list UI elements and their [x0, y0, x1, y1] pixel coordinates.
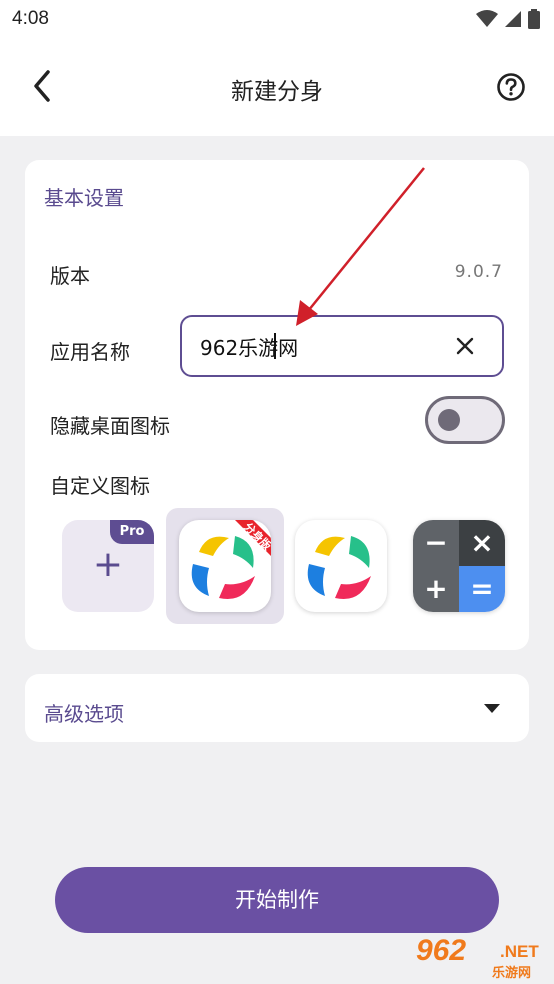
- caret-down-icon[interactable]: [483, 702, 501, 714]
- add-custom-icon-button[interactable]: + Pro: [62, 520, 154, 612]
- signal-icon: [505, 11, 521, 27]
- icon-option-calculator[interactable]: − × + =: [413, 508, 505, 624]
- basic-settings-card: 基本设置 版本 9.0.7 应用名称 隐藏桌面图标 自定义图标 + Pro: [25, 160, 529, 650]
- toggle-knob: [438, 409, 460, 431]
- icon-options-row: + Pro 分身版 − × + =: [25, 508, 529, 626]
- pro-badge: Pro: [110, 520, 154, 544]
- plus-icon: +: [92, 544, 124, 585]
- text-caret: [274, 333, 276, 359]
- battery-icon: [528, 9, 540, 29]
- watermark-logo: 962 .NET 乐游网: [414, 934, 550, 981]
- app-icon-original: [295, 520, 387, 612]
- app-bar: 新建分身: [0, 38, 554, 136]
- page-title: 新建分身: [231, 79, 323, 105]
- clear-icon[interactable]: [454, 335, 476, 357]
- app-name-label: 应用名称: [50, 340, 130, 364]
- status-icons: [476, 9, 540, 29]
- start-button[interactable]: 开始制作: [55, 867, 499, 933]
- icon-option-clone[interactable]: 分身版: [166, 508, 284, 624]
- advanced-options-card[interactable]: 高级选项: [25, 674, 529, 742]
- hide-icon-toggle[interactable]: [425, 396, 505, 444]
- advanced-options-title: 高级选项: [44, 702, 124, 726]
- calculator-icon: − × + =: [413, 520, 505, 612]
- clone-ribbon-text: 分身版: [241, 520, 271, 553]
- petal-logo-icon: [307, 536, 371, 600]
- app-name-input[interactable]: [200, 334, 440, 358]
- times-icon: ×: [459, 520, 505, 566]
- minus-icon: −: [413, 520, 459, 566]
- watermark-number: 962: [416, 934, 467, 967]
- version-label: 版本: [50, 264, 90, 288]
- equals-icon: =: [459, 566, 505, 612]
- icon-option-original[interactable]: [295, 508, 387, 624]
- app-name-field[interactable]: [180, 315, 504, 377]
- help-circle-icon[interactable]: [496, 72, 526, 102]
- version-value: 9.0.7: [454, 262, 503, 282]
- plus-icon: +: [413, 566, 459, 612]
- status-time: 4:08: [12, 8, 49, 29]
- watermark-suffix: .NET: [500, 942, 539, 961]
- status-bar: 4:08: [0, 0, 554, 38]
- basic-settings-title: 基本设置: [44, 186, 124, 210]
- clone-ribbon: 分身版: [235, 520, 271, 556]
- custom-icon-label: 自定义图标: [50, 474, 150, 498]
- app-icon-clone: 分身版: [179, 520, 271, 612]
- hide-icon-label: 隐藏桌面图标: [50, 414, 170, 438]
- wifi-icon: [476, 10, 498, 27]
- watermark-cn-text: 乐游网: [492, 966, 532, 981]
